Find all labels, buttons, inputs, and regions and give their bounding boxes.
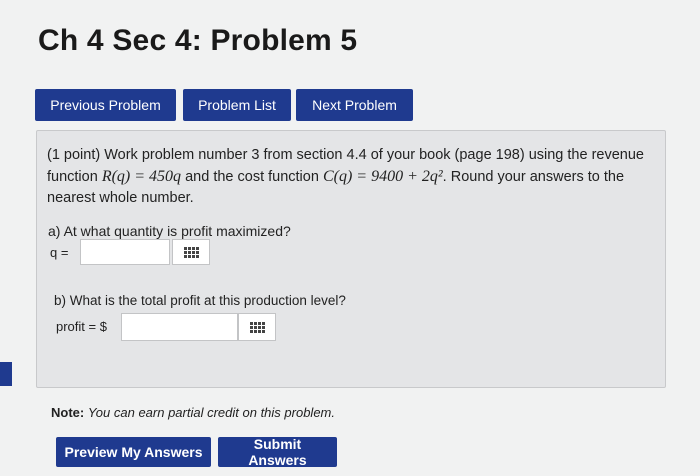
mid-text: and the cost function: [185, 169, 319, 185]
preview-answers-button[interactable]: Preview My Answers: [56, 437, 211, 467]
equation-keypad-icon: [183, 246, 199, 258]
previous-problem-button[interactable]: Previous Problem: [35, 89, 176, 121]
part-b-question: b) What is the total profit at this prod…: [54, 293, 346, 308]
page-title: Ch 4 Sec 4: Problem 5: [38, 24, 358, 57]
equation-keypad-icon: [249, 321, 265, 333]
submit-answers-button[interactable]: Submit Answers: [218, 436, 337, 468]
note-text: You can earn partial credit on this prob…: [87, 405, 335, 420]
cost-function: C(q) = 9400 + 2q²: [322, 168, 443, 185]
problem-statement: (1 point) Work problem number 3 from sec…: [47, 145, 659, 209]
part-a-question: a) At what quantity is profit maximized?: [48, 223, 291, 239]
revenue-function: R(q) = 450q: [101, 168, 182, 185]
profit-label: profit = $: [56, 319, 107, 334]
quantity-answer-input[interactable]: [80, 239, 170, 265]
quantity-label: q =: [50, 245, 69, 260]
partial-credit-note: Note: You can earn partial credit on thi…: [51, 405, 335, 420]
problem-panel: (1 point) Work problem number 3 from sec…: [36, 130, 666, 388]
next-problem-button[interactable]: Next Problem: [296, 89, 413, 121]
problem-list-button[interactable]: Problem List: [183, 89, 291, 121]
equation-keypad-button-a[interactable]: [172, 239, 210, 265]
points-label: (1 point): [47, 147, 101, 163]
equation-keypad-button-b[interactable]: [238, 313, 276, 341]
profit-answer-input[interactable]: [121, 313, 238, 341]
note-label: Note:: [51, 405, 85, 420]
side-tab[interactable]: [0, 362, 12, 386]
